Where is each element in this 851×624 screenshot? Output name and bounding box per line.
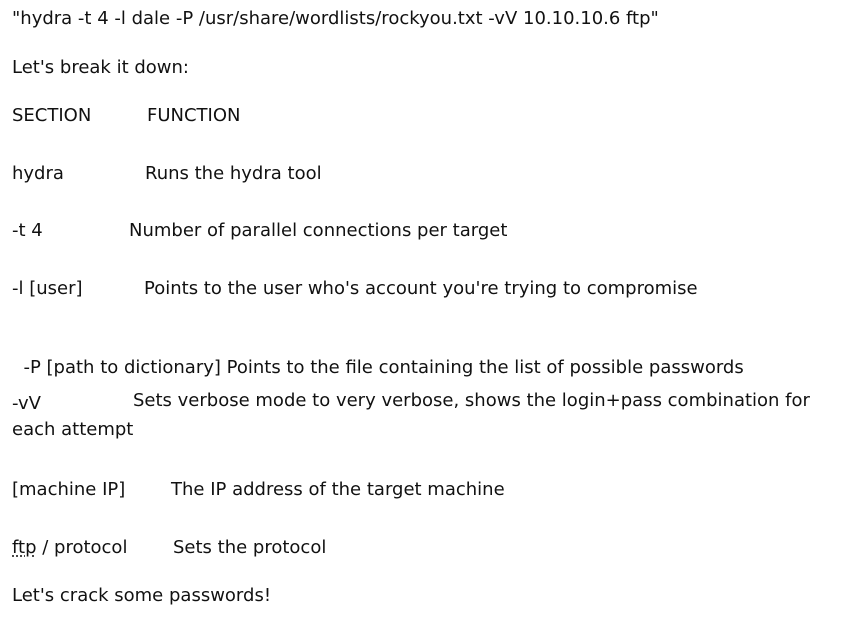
header-function: FUNCTION xyxy=(147,105,241,126)
row-function: The IP address of the target machine xyxy=(171,479,505,500)
outro-text: Let's crack some passwords! xyxy=(12,585,272,606)
row-section: -l [user] xyxy=(12,278,83,299)
table-row: -P [path to dictionary] Points to the fi… xyxy=(12,335,744,379)
row-function: Runs the hydra tool xyxy=(145,163,322,184)
row-function: Points to the file containing the list o… xyxy=(226,357,744,378)
row-section: ftp / protocol xyxy=(12,537,127,559)
row-function: Sets the protocol xyxy=(173,537,327,558)
row-section: -t 4 xyxy=(12,220,43,241)
row-section: [machine IP] xyxy=(12,479,126,500)
row-function: Sets verbose mode to very verbose, shows… xyxy=(12,390,810,440)
row-section: hydra xyxy=(12,163,64,184)
intro-text: Let's break it down: xyxy=(12,57,189,78)
ftp-abbreviation: ftp xyxy=(12,537,37,558)
command-line: "hydra -t 4 -l dale -P /usr/share/wordli… xyxy=(12,8,659,29)
row-function: Points to the user who's account you're … xyxy=(144,278,698,299)
row-function: Number of parallel connections per targe… xyxy=(129,220,508,241)
row-section-rest: / protocol xyxy=(36,537,128,558)
row-section: -P [path to dictionary] xyxy=(23,357,221,378)
header-section: SECTION xyxy=(12,105,92,126)
